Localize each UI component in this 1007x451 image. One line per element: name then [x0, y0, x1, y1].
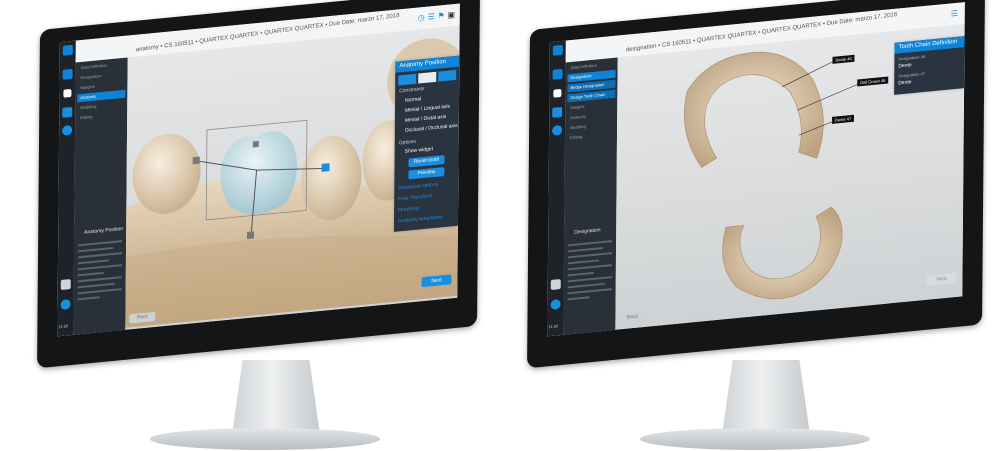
app-logo-icon [62, 44, 73, 56]
list-icon[interactable]: ☰ [427, 12, 436, 22]
right-monitor-base [640, 428, 870, 450]
constraint-option-mesial-lingual[interactable]: Mesial / Lingual axis [405, 103, 450, 113]
help-text-lines [567, 236, 613, 304]
right-monitor-stand [722, 360, 810, 435]
preview-button[interactable]: Preview [408, 167, 445, 180]
clock-text: 11:50 [548, 323, 559, 330]
help-panel: Anatomy Position [73, 219, 127, 335]
right-nav: Data Definition Designation Bridge Desig… [563, 57, 618, 335]
left-nav: Data Definition Designation Margins Anat… [73, 57, 128, 335]
flag-icon[interactable]: ⚑ [437, 11, 446, 21]
help-text-lines [77, 236, 123, 304]
tools-icon[interactable] [63, 88, 72, 98]
help-circle-icon[interactable] [550, 299, 561, 311]
scale-mode-button[interactable] [418, 71, 437, 84]
anatomy-position-panel: Anatomy Position Constraints Normal Mesi… [393, 55, 460, 232]
rotate-mode-button[interactable] [438, 69, 457, 82]
move-mode-button[interactable] [398, 73, 417, 86]
timer-icon[interactable]: ◷ [417, 13, 426, 23]
left-3d-viewport[interactable]: Anatomy Position Constraints Normal Mesi… [125, 25, 460, 330]
constraint-option-mesial-distal[interactable]: Mesial / Distal axis [405, 114, 446, 124]
free-transform-section[interactable]: Free Transform [398, 193, 432, 202]
library-icon[interactable] [62, 106, 73, 118]
constraints-label: Constraints [399, 85, 425, 95]
clock-text: 11:50 [58, 323, 69, 330]
help-panel: Designation [563, 219, 617, 335]
help-circle-icon[interactable] [60, 299, 71, 311]
right-screen: 11:50 designation • CS 160511 • QUARTEX … [547, 2, 965, 337]
save-icon[interactable]: ▣ [447, 10, 456, 20]
designation-47-label: Designation 47 [898, 70, 925, 79]
right-monitor-bezel: 11:50 designation • CS 160511 • QUARTEX … [527, 0, 985, 369]
help-title: Designation [574, 227, 601, 236]
settings-gear-icon[interactable] [552, 124, 563, 136]
filter-settings-icon[interactable]: ☰ [950, 9, 959, 19]
settings-gear-icon[interactable] [62, 124, 73, 136]
left-monitor-stand [232, 360, 320, 435]
right-3d-viewport[interactable]: Dente 46 Dell Crown 46 Dente 47 Tooth Ch… [615, 24, 965, 330]
reset-tooth-button[interactable]: Reset tooth [408, 155, 445, 168]
designation-46-select[interactable]: Dente [898, 62, 911, 69]
tools-icon[interactable] [553, 88, 562, 98]
designation-46-label: Designation 46 [898, 53, 926, 62]
advanced-options-section[interactable]: Advanced options [398, 182, 438, 192]
chat-icon[interactable] [550, 279, 561, 291]
left-screen: 11:50 anatomy • CS 160511 • QUARTEX QUAR… [57, 3, 460, 337]
tooth-chain-panel: Tooth Chain Definition Designation 46 De… [894, 36, 965, 95]
show-widget-checkbox[interactable]: Show widget [405, 146, 433, 155]
designation-47-select[interactable]: Dente [898, 79, 911, 86]
constraint-option-normal[interactable]: Normal [405, 96, 421, 104]
anatomy-adaptation-section[interactable]: Anatomy Adaptation [398, 214, 443, 224]
options-label: Options [398, 138, 416, 147]
app-logo-icon [552, 44, 563, 56]
constraint-option-occlusal[interactable]: Occlusal / Occlusal axis [405, 123, 458, 134]
chat-icon[interactable] [60, 279, 71, 291]
morphing-section[interactable]: Morphing [398, 205, 419, 213]
left-monitor-base [150, 428, 380, 450]
wizard-icon[interactable] [552, 68, 563, 80]
help-title: Anatomy Position [84, 225, 124, 236]
library-icon[interactable] [552, 106, 563, 118]
left-monitor-bezel: 11:50 anatomy • CS 160511 • QUARTEX QUAR… [37, 0, 480, 369]
wizard-icon[interactable] [62, 68, 73, 80]
